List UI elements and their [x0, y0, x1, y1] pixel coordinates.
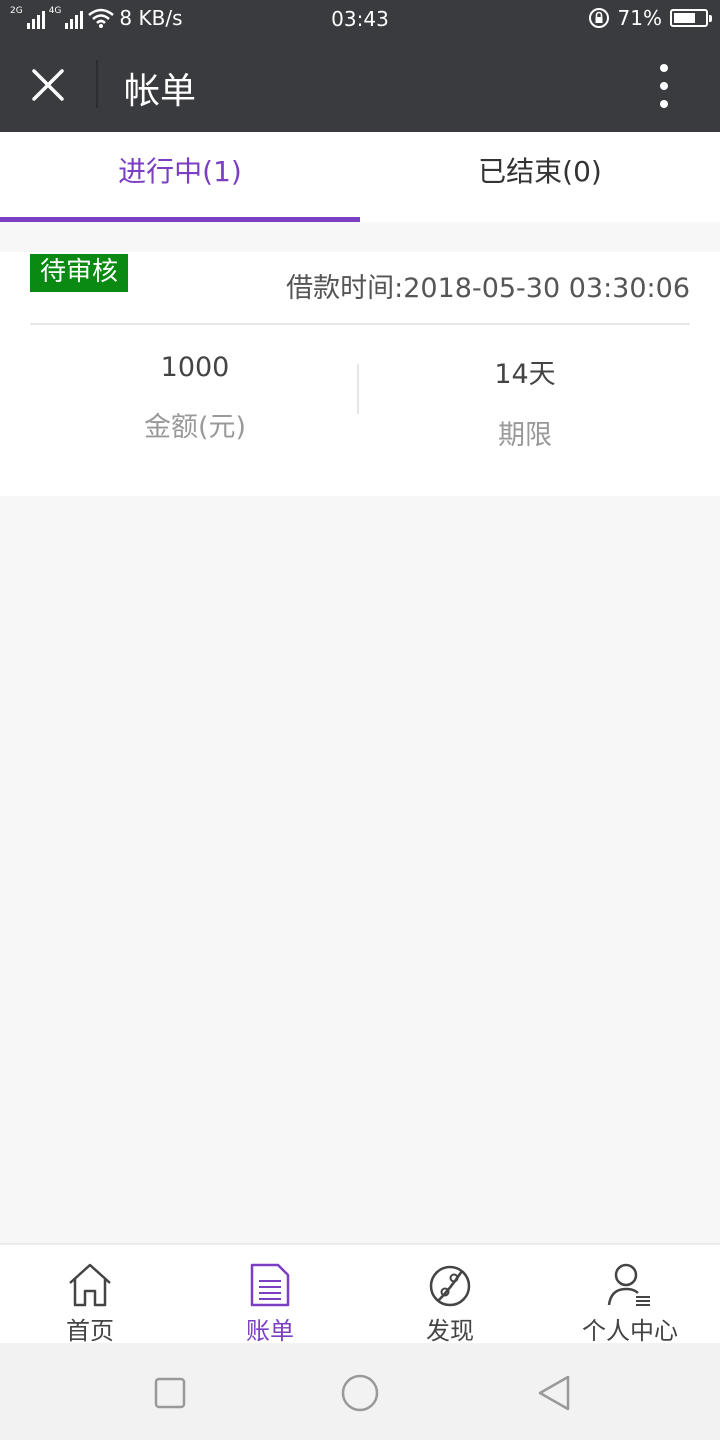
nav-bill[interactable]: 账单 — [180, 1245, 360, 1345]
back-icon[interactable] — [534, 1373, 574, 1413]
column-separator — [357, 364, 359, 414]
battery-percent: 71% — [617, 6, 662, 30]
nav-home[interactable]: 首页 — [0, 1245, 180, 1345]
tab-bar: 进行中(1) 已结束(0) — [0, 132, 720, 222]
nav-profile[interactable]: 个人中心 — [540, 1245, 720, 1345]
loan-time: 借款时间:2018-05-30 03:30:06 — [286, 273, 690, 304]
header-divider — [96, 60, 98, 108]
status-badge: 待审核 — [30, 254, 129, 292]
user-icon — [607, 1263, 650, 1306]
nav-bill-label: 账单 — [246, 1317, 294, 1345]
nav-discover[interactable]: 发现 — [360, 1245, 540, 1345]
bill-icon — [250, 1263, 290, 1307]
recent-apps-icon[interactable] — [150, 1373, 190, 1413]
card-divider — [30, 323, 690, 325]
rotation-lock-icon — [588, 8, 609, 28]
bottom-nav: 首页 账单 发现 个人中心 — [0, 1243, 720, 1345]
loan-card[interactable]: 待审核 借款时间:2018-05-30 03:30:06 1000 金额(元) … — [0, 252, 720, 496]
planet-icon — [429, 1265, 471, 1307]
system-nav-bar — [0, 1343, 720, 1440]
status-right: 71% — [588, 6, 712, 30]
nav-home-label: 首页 — [66, 1317, 114, 1345]
battery-icon — [670, 9, 712, 27]
term-value: 14天 — [494, 359, 556, 390]
tab-in-progress[interactable]: 进行中(1) — [0, 132, 360, 222]
term-column: 14天 期限 — [360, 352, 690, 452]
close-icon[interactable] — [28, 65, 68, 105]
term-label: 期限 — [498, 420, 552, 451]
page-title: 帐单 — [124, 71, 197, 112]
amount-column: 1000 金额(元) — [30, 352, 360, 444]
amount-label: 金额(元) — [143, 412, 247, 443]
amount-value: 1000 — [160, 352, 230, 383]
status-bar: 2G 4G 8 KB/s 03:43 71% — [0, 0, 720, 38]
more-options-icon[interactable] — [652, 64, 676, 108]
home-button-icon[interactable] — [340, 1373, 380, 1413]
nav-profile-label: 个人中心 — [582, 1317, 678, 1345]
app-header: 帐单 — [0, 38, 720, 132]
home-icon — [69, 1263, 111, 1307]
tab-ended[interactable]: 已结束(0) — [360, 132, 720, 222]
nav-discover-label: 发现 — [426, 1317, 474, 1345]
